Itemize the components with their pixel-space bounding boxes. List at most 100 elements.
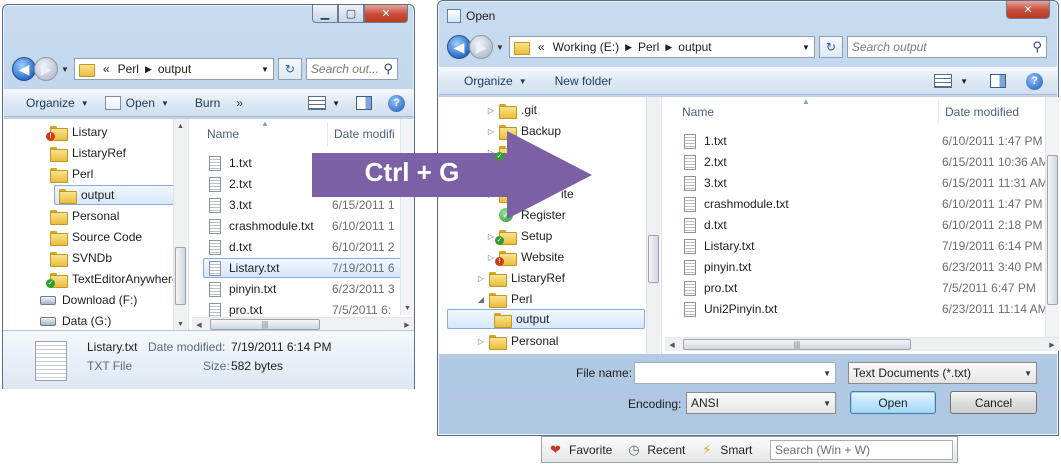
file-row[interactable]: 1.txt 6/10/2011 1:47 PM <box>684 131 1054 151</box>
file-row[interactable]: pro.txt 7/5/2011 6:47 PM <box>684 278 1054 298</box>
expand-icon[interactable]: ▷ <box>475 337 487 346</box>
scrollbar-thumb[interactable] <box>648 235 659 283</box>
scroll-down-icon[interactable]: ▼ <box>401 301 414 315</box>
tree-item-perl[interactable]: ◢ Perl <box>475 289 532 309</box>
address-dropdown[interactable]: ▼ <box>802 43 810 52</box>
view-dropdown[interactable]: ▼ <box>960 77 968 86</box>
file-row[interactable]: pinyin.txt 6/23/2011 3 <box>209 279 404 299</box>
scroll-right-icon[interactable]: ▶ <box>1045 338 1059 351</box>
tree-item-svndb[interactable]: SVNDb <box>50 248 112 268</box>
tree-item-setup[interactable]: ▷ ✓ Setup <box>485 226 552 246</box>
breadcrumb-perl[interactable]: Perl <box>638 40 659 54</box>
tree-item-data-drive[interactable]: Data (G:) <box>40 311 111 330</box>
breadcrumb-output[interactable]: output <box>678 40 711 54</box>
scrollbar-thumb[interactable] <box>175 247 186 305</box>
breadcrumb-separator-icon[interactable]: ▶ <box>665 42 672 53</box>
breadcrumb-output[interactable]: output <box>158 62 191 76</box>
address-bar[interactable]: « Working (E:) ▶ Perl ▶ output ▼ <box>508 36 815 58</box>
tree-item-output[interactable]: output <box>447 309 645 329</box>
scrollbar-thumb[interactable] <box>1047 155 1058 305</box>
file-row[interactable]: Listary.txt 7/19/2011 6:14 PM <box>684 236 1054 256</box>
tree-item-listaryref[interactable]: ListaryRef <box>50 143 126 163</box>
file-row[interactable]: crashmodule.txt 6/10/2011 1 <box>209 216 404 236</box>
recent-button[interactable]: ◷ Recent <box>626 442 685 457</box>
chevron-down-icon[interactable]: ▼ <box>823 369 831 378</box>
view-options-icon[interactable] <box>934 74 953 88</box>
file-row[interactable]: 3.txt 6/15/2011 11:31 AM <box>684 173 1054 193</box>
open-button[interactable]: Open <box>850 391 936 414</box>
expand-icon[interactable]: ▷ <box>475 274 487 283</box>
tree-item-listaryref[interactable]: ▷ ListaryRef <box>475 268 565 288</box>
breadcrumb-separator-icon[interactable]: ▶ <box>625 42 632 53</box>
address-dropdown[interactable]: ▼ <box>261 65 269 74</box>
back-button[interactable]: ◀ <box>447 35 471 59</box>
breadcrumb-perl[interactable]: Perl <box>118 62 139 76</box>
help-icon[interactable]: ? <box>388 94 405 112</box>
search-box[interactable]: Search out... ⚲ <box>305 58 398 80</box>
preview-pane-icon[interactable] <box>356 96 372 110</box>
file-row[interactable]: d.txt 6/10/2011 2:18 PM <box>684 215 1054 235</box>
close-button[interactable]: ✕ <box>1006 1 1050 19</box>
address-bar[interactable]: « Perl ▶ output ▼ <box>73 58 274 80</box>
file-row[interactable]: crashmodule.txt 6/10/2011 1:47 PM <box>684 194 1054 214</box>
tree-item-texteditoranywhere[interactable]: ✓ TextEditorAnywhere <box>46 269 179 289</box>
burn-button[interactable]: Burn <box>177 96 228 110</box>
tree-item-perl[interactable]: Perl <box>50 164 93 184</box>
refresh-button[interactable]: ↻ <box>818 36 843 58</box>
tree-item-personal[interactable]: Personal <box>50 206 119 226</box>
tree-item-download-drive[interactable]: Download (F:) <box>40 290 137 310</box>
file-row[interactable]: pinyin.txt 6/23/2011 3:40 PM <box>684 257 1054 277</box>
search-box[interactable]: Search output ⚲ <box>846 36 1047 58</box>
scrollbar-thumb[interactable]: ||| <box>683 339 911 350</box>
file-row-selected[interactable]: Listary.txt 7/19/2011 6 <box>203 258 407 278</box>
scrollbar-thumb[interactable]: ||| <box>210 319 320 330</box>
collapse-icon[interactable]: ◢ <box>475 295 487 304</box>
file-list-hscrollbar[interactable]: ◀ ||| ▶ <box>665 337 1059 351</box>
file-type-select[interactable]: Text Documents (*.txt) ▼ <box>848 362 1037 384</box>
maximize-button[interactable]: ▢ <box>338 5 364 23</box>
expand-icon[interactable]: ▷ <box>485 106 497 115</box>
view-options-icon[interactable] <box>308 96 327 110</box>
path-overflow[interactable]: « <box>103 62 110 76</box>
back-button[interactable]: ◀ <box>12 57 36 81</box>
organize-button[interactable]: Organize ▼ <box>439 74 535 88</box>
organize-button[interactable]: Organize ▼ <box>4 96 97 110</box>
scroll-left-icon[interactable]: ◀ <box>665 338 679 351</box>
tree-item-git[interactable]: ▷ .git <box>485 100 537 120</box>
path-overflow[interactable]: « <box>538 40 545 54</box>
tree-item-source-code[interactable]: Source Code <box>50 227 142 247</box>
minimize-button[interactable]: ▁ <box>312 5 338 23</box>
tree-item-listary[interactable]: ! Listary <box>46 122 107 142</box>
tree-item-website[interactable]: ▷! Website <box>485 247 564 267</box>
tree-item-output[interactable]: output <box>54 185 182 205</box>
open-button[interactable]: Open ▼ <box>97 96 177 110</box>
more-commands-button[interactable]: » <box>228 96 251 110</box>
file-row[interactable]: 2.txt 6/15/2011 10:36 AM <box>684 152 1054 172</box>
breadcrumb-drive[interactable]: Working (E:) <box>553 40 619 54</box>
scroll-down-icon[interactable]: ▼ <box>174 317 187 330</box>
smart-button[interactable]: ⚡ Smart <box>699 442 752 457</box>
history-dropdown[interactable]: ▼ <box>496 43 504 52</box>
file-list-hscrollbar[interactable]: ◀ ||| ▶ <box>192 317 414 331</box>
breadcrumb-separator-icon[interactable]: ▶ <box>145 64 152 75</box>
favorite-button[interactable]: ❤ Favorite <box>548 442 612 457</box>
nav-pane-scrollbar[interactable]: ▲ ▼ <box>173 119 187 330</box>
nav-pane-scrollbar[interactable] <box>646 97 660 354</box>
view-dropdown[interactable]: ▼ <box>332 99 340 108</box>
scroll-up-icon[interactable]: ▲ <box>174 119 187 133</box>
preview-pane-icon[interactable] <box>990 74 1006 88</box>
file-list-vscrollbar[interactable] <box>1045 97 1059 337</box>
history-dropdown[interactable]: ▼ <box>61 65 69 74</box>
column-date[interactable]: Date modified <box>938 100 1058 124</box>
forward-button[interactable]: ▶ <box>34 57 58 81</box>
file-row[interactable]: Uni2Pinyin.txt 6/23/2011 11:14 AM <box>684 299 1054 319</box>
tree-item-personal[interactable]: ▷ Personal <box>475 331 558 351</box>
refresh-button[interactable]: ↻ <box>277 58 302 80</box>
file-name-input[interactable]: ▼ <box>634 362 836 384</box>
close-button[interactable]: ✕ <box>364 5 408 23</box>
cancel-button[interactable]: Cancel <box>950 391 1037 414</box>
encoding-select[interactable]: ANSI ▼ <box>686 392 836 414</box>
file-row[interactable]: d.txt 6/10/2011 2 <box>209 237 404 257</box>
listary-search-input[interactable]: Search (Win + W) <box>770 439 953 460</box>
help-icon[interactable]: ? <box>1026 72 1043 90</box>
